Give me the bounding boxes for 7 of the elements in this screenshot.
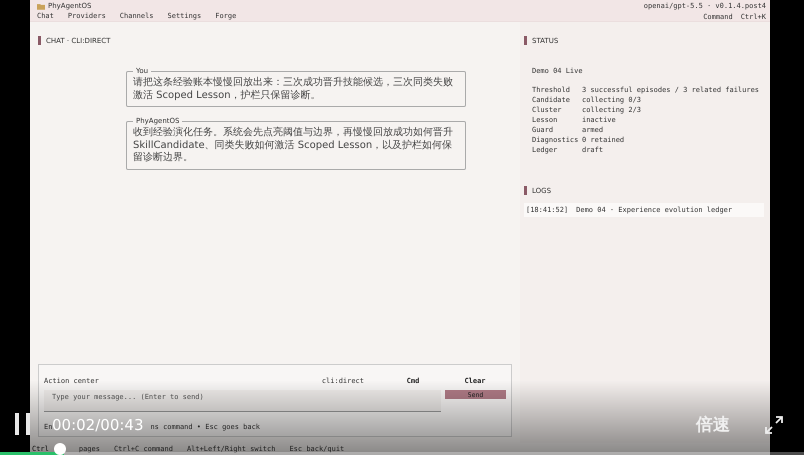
message-text: 请把这条经验账本慢慢回放出来：三次成功晋升技能候选，三次同类失败激活 Scoped Lesson，护栏只保留诊断。 — [133, 77, 454, 102]
fullscreen-icon[interactable] — [764, 415, 784, 435]
playback-time: 00:02/00:43 — [52, 416, 144, 434]
pause-icon[interactable] — [15, 413, 31, 435]
message-text: 收到经验演化任务。系统会先点亮阈值与边界，再慢慢回放成功如何晋升 SkillCandidate、同类失败如何激活 Scoped Lesson，以及护栏如何保留诊断边界。 — [133, 127, 454, 164]
logo-icon — [37, 2, 45, 10]
progress-bar[interactable] — [0, 443, 804, 455]
